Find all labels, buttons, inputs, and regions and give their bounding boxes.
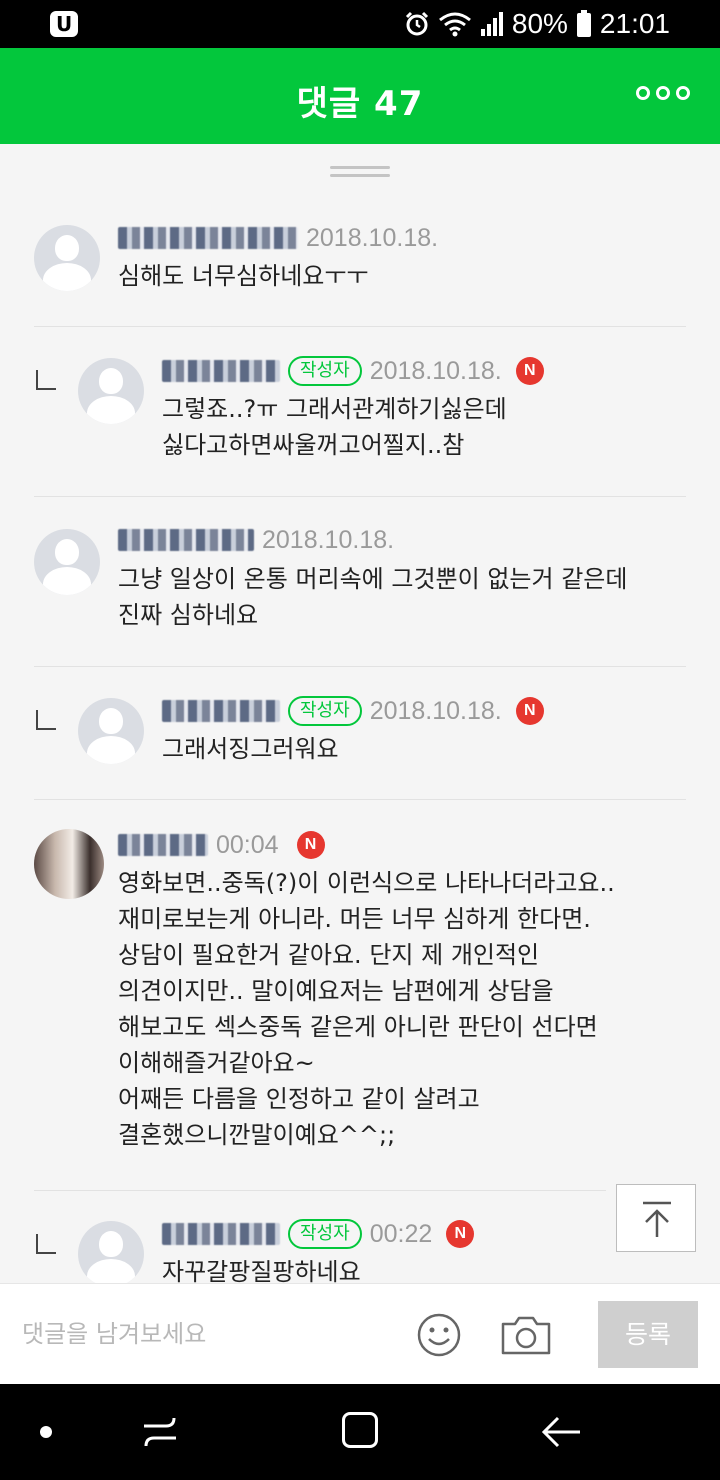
avatar[interactable]: [78, 698, 144, 764]
more-dots-icon[interactable]: [636, 86, 690, 100]
avatar[interactable]: [78, 1221, 144, 1283]
avatar[interactable]: [78, 358, 144, 424]
status-bar: 80% 21:01: [0, 0, 720, 48]
reply-indicator-icon: [36, 710, 56, 730]
comment-date: 00:04: [216, 830, 279, 859]
emoji-button[interactable]: [416, 1312, 462, 1358]
recent-apps-icon[interactable]: [140, 1412, 180, 1452]
clock: 21:01: [599, 8, 670, 39]
comment-text: 영화보면..중독(?)이 이런식으로 나타나더라고요.. 재미로보는게 아니라.…: [118, 869, 615, 1149]
battery-percent: 80%: [511, 8, 568, 39]
battery-icon: [576, 10, 591, 37]
alarm-icon: [405, 11, 428, 36]
divider: [34, 1190, 606, 1191]
back-arrow-icon[interactable]: [540, 1410, 584, 1454]
divider: [34, 326, 686, 327]
comment-text: 그렇죠..?ㅠ 그래서관계하기싫은데 싫다고하면싸울꺼고어찔지..참: [162, 395, 507, 459]
author-badge: 작성자: [288, 696, 362, 726]
comment-meta: 작성자 2018.10.18. N: [162, 353, 544, 389]
new-badge: N: [446, 1220, 475, 1248]
comment-text: 심해도 너무심하네요ㅜㅜ: [118, 262, 369, 290]
smiley-icon: [417, 1313, 461, 1357]
page-title: 댓글 47: [296, 84, 424, 124]
author-badge: 작성자: [288, 356, 362, 386]
comment-date: 00:22: [369, 1219, 433, 1248]
comment-meta: 2018.10.18.: [118, 220, 438, 256]
comment-meta: 작성자 00:22 N: [162, 1216, 475, 1252]
scroll-to-top-button[interactable]: [616, 1184, 696, 1252]
wifi-icon: [438, 12, 471, 37]
comment-meta: 2018.10.18.: [118, 522, 394, 558]
camera-icon: [501, 1316, 551, 1355]
avatar[interactable]: [34, 225, 100, 291]
divider: [34, 799, 686, 800]
comment-date: 2018.10.18.: [369, 696, 502, 725]
nickname-blurred[interactable]: [118, 834, 208, 856]
comment-list[interactable]: 2018.10.18. 심해도 너무심하네요ㅜㅜ 작성자 2018.10.18.…: [0, 144, 720, 1283]
nickname-blurred[interactable]: [118, 227, 298, 249]
new-badge: N: [515, 697, 544, 725]
home-icon[interactable]: [342, 1412, 378, 1448]
app-notification-icon: [50, 11, 78, 37]
avatar[interactable]: [34, 829, 104, 899]
divider: [34, 496, 686, 497]
comment-input-bar: 등록: [0, 1283, 720, 1384]
comment-date: 2018.10.18.: [306, 223, 439, 252]
comment-text: 그냥 일상이 온통 머리속에 그것뿐이 없는거 같은데 진짜 심하네요: [118, 565, 628, 629]
signal-icon: [480, 12, 503, 36]
nickname-blurred[interactable]: [162, 360, 280, 382]
drag-handle[interactable]: [330, 166, 390, 178]
comment-meta: 00:04 N: [118, 827, 325, 863]
comments-header: 댓글 47: [0, 48, 720, 144]
comment-date: 2018.10.18.: [369, 356, 502, 385]
comment-date: 2018.10.18.: [262, 525, 395, 554]
submit-button[interactable]: 등록: [598, 1301, 698, 1368]
reply-indicator-icon: [36, 1234, 56, 1254]
avatar[interactable]: [34, 529, 100, 595]
comment-meta: 작성자 2018.10.18. N: [162, 693, 544, 729]
reply-indicator-icon: [36, 370, 56, 390]
nav-dot-icon[interactable]: [40, 1426, 52, 1438]
system-nav-bar: [0, 1384, 720, 1480]
new-badge: N: [515, 357, 544, 385]
arrow-up-to-top-icon: [643, 1201, 671, 1237]
nickname-blurred[interactable]: [118, 529, 254, 551]
nickname-blurred[interactable]: [162, 1223, 280, 1245]
comment-input[interactable]: [22, 1310, 392, 1358]
comment-text: 자꾸갈팡질팡하네요: [162, 1258, 361, 1283]
nickname-blurred[interactable]: [162, 700, 280, 722]
comment-text: 그래서징그러워요: [162, 735, 339, 763]
divider: [34, 666, 686, 667]
new-badge: N: [296, 831, 325, 859]
camera-button[interactable]: [500, 1314, 552, 1356]
author-badge: 작성자: [288, 1219, 362, 1249]
